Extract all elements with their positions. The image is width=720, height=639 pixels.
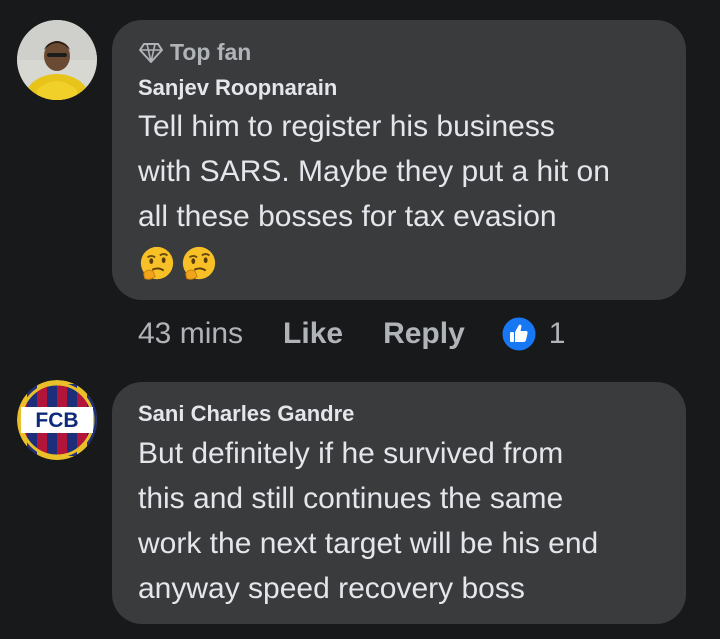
avatar-sani-charles-gandre[interactable]: FCB [17, 380, 97, 460]
reply-button[interactable]: Reply [383, 317, 465, 351]
like-button[interactable]: Like [283, 317, 343, 351]
badge-label: Top fan [170, 39, 252, 65]
comment-text-line: all these bosses for tax evasion [138, 200, 557, 233]
emoji-row [138, 245, 218, 283]
comment-text-line: But definitely if he survived from [138, 437, 564, 470]
comment-text-line: this and still continues the same [138, 482, 564, 515]
reaction-count[interactable]: 1 [549, 317, 566, 351]
comment-text-line: work the next target will be his end [138, 527, 599, 560]
comment-text-line: Tell him to register his business [138, 110, 555, 143]
profile-photo [17, 20, 97, 100]
fcb-crest-icon: FCB [17, 380, 97, 460]
like-reaction-icon[interactable] [501, 316, 537, 352]
top-fan-badge[interactable]: Top fan [138, 39, 251, 66]
diamond-icon [139, 42, 163, 63]
thinking-face-icon [140, 246, 174, 280]
comment-bubble: Top fan Sanjev Roopnarain Tell him to re… [112, 20, 686, 300]
avatar-sanjev-roopnarain[interactable] [17, 20, 97, 100]
avatar-text: FCB [35, 409, 78, 432]
comment-text-line: with SARS. Maybe they put a hit on [138, 155, 610, 188]
comment-actions: 43 mins Like Reply 1 [138, 311, 565, 357]
comment-timestamp[interactable]: 43 mins [138, 317, 243, 351]
comment-bubble: Sani Charles Gandre But definitely if he… [112, 382, 686, 624]
comment-author[interactable]: Sani Charles Gandre [138, 401, 354, 427]
thinking-face-icon [182, 246, 216, 280]
comment-thread: Top fan Sanjev Roopnarain Tell him to re… [0, 0, 720, 639]
comment-text-line: anyway speed recovery boss [138, 572, 525, 605]
comment-author[interactable]: Sanjev Roopnarain [138, 75, 337, 101]
